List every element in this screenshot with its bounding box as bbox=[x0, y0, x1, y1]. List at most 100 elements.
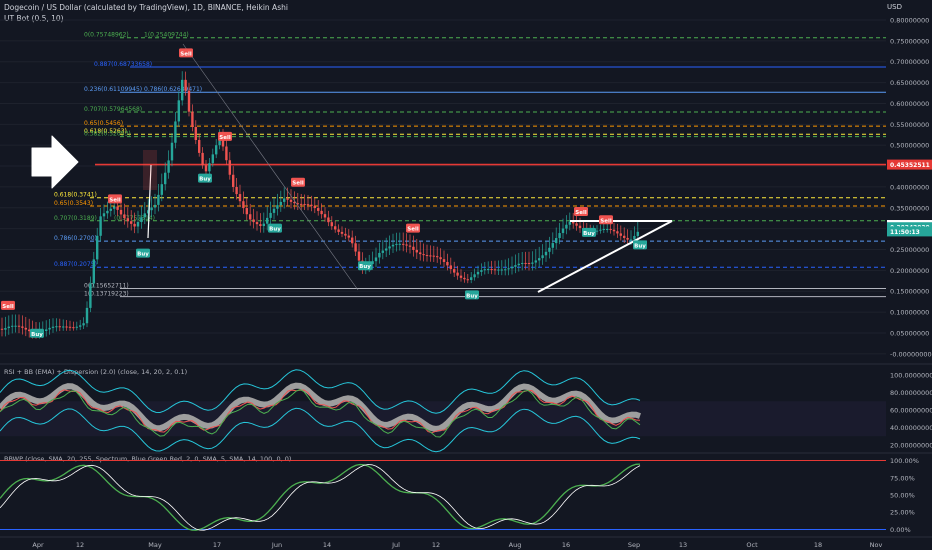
fib-level-label: 0.382(0.52053) bbox=[84, 131, 131, 138]
candle-body bbox=[174, 121, 177, 143]
rsi-tick-label: 100.00000000 bbox=[890, 372, 932, 380]
candle-body bbox=[449, 265, 452, 270]
candle-body bbox=[636, 231, 639, 236]
candle-body bbox=[514, 265, 517, 267]
candle-body bbox=[116, 206, 119, 210]
candle-body bbox=[62, 326, 65, 328]
price-tick-label: 0.10000000 bbox=[890, 309, 929, 317]
candle-body bbox=[595, 230, 599, 232]
time-tick-label: 12 bbox=[76, 541, 84, 549]
bbwp-tick-label: 25.00% bbox=[890, 509, 915, 517]
candle-body bbox=[21, 326, 24, 328]
time-tick-label: 17 bbox=[213, 541, 221, 549]
time-tick-label: 12 bbox=[432, 541, 440, 549]
candle-body bbox=[473, 274, 476, 278]
candle-body bbox=[300, 203, 303, 205]
sell-signal-label: Sell bbox=[2, 304, 14, 310]
candle-body bbox=[113, 206, 116, 209]
candle-body bbox=[561, 228, 565, 234]
candle-body bbox=[238, 194, 242, 202]
candle-body bbox=[160, 184, 163, 195]
candle-body bbox=[72, 327, 75, 329]
candle-body bbox=[303, 204, 306, 206]
candle-body bbox=[51, 326, 55, 328]
candle-body bbox=[544, 251, 548, 256]
candle-body bbox=[306, 204, 310, 206]
fib-level-label: 0.887(0.68733658) bbox=[94, 61, 152, 68]
sell-signal-label: Sell bbox=[600, 218, 612, 224]
price-tick-label: 0.70000000 bbox=[890, 58, 929, 66]
price-axis: 0.80000000 0.75000000 0.70000000 0.65000000… bbox=[887, 17, 932, 358]
candle-body bbox=[187, 90, 191, 112]
price-tick-label: 0.75000000 bbox=[890, 37, 929, 45]
candle-body bbox=[510, 266, 514, 269]
candle-body bbox=[130, 221, 133, 224]
sell-signal-label: Sell bbox=[575, 210, 587, 216]
candle-body bbox=[245, 208, 248, 215]
bbwp-ma-line bbox=[0, 464, 641, 531]
fibonacci-levels: 0(0.75748962) 1(0.25409744) 0.887(0.687336… bbox=[54, 32, 886, 298]
sell-signal-label: Sell bbox=[109, 197, 121, 203]
candle-body bbox=[517, 263, 520, 266]
candle-body bbox=[453, 269, 456, 273]
candle-body bbox=[572, 221, 575, 224]
candle-body bbox=[323, 214, 327, 218]
candle-body bbox=[184, 79, 187, 91]
price-tick-label: 0.15000000 bbox=[890, 288, 929, 296]
candle-body bbox=[456, 272, 459, 276]
candle-body bbox=[623, 235, 626, 238]
candle-body bbox=[405, 244, 408, 246]
buy-signal-label: Buy bbox=[137, 252, 149, 258]
time-tick-label: Jul bbox=[391, 541, 400, 549]
candle-body bbox=[123, 214, 126, 219]
time-tick-label: 16 bbox=[562, 541, 570, 549]
candle-body bbox=[357, 251, 361, 261]
candle-body bbox=[541, 255, 544, 259]
candle-body bbox=[65, 326, 68, 328]
buy-signal-label: Buy bbox=[583, 231, 595, 237]
candle-body bbox=[99, 216, 102, 236]
candle-body bbox=[490, 269, 493, 271]
candle-body bbox=[181, 79, 184, 101]
candle-body bbox=[609, 228, 612, 230]
candle-body bbox=[286, 198, 289, 200]
time-tick-label: Sep bbox=[628, 541, 640, 549]
candle-body bbox=[249, 214, 252, 220]
candle-body bbox=[75, 326, 78, 328]
bbwp-tick-label: 50.00% bbox=[890, 492, 915, 500]
price-label: 11:50:13 bbox=[890, 229, 920, 236]
candle-body bbox=[534, 260, 537, 263]
bbwp-line bbox=[0, 463, 641, 531]
candle-body bbox=[466, 279, 469, 281]
fib-level-label: 0.236(0.61109945) bbox=[84, 86, 142, 93]
time-tick-label: 14 bbox=[323, 541, 331, 549]
candle-body bbox=[504, 269, 507, 271]
candle-body bbox=[378, 252, 381, 258]
candle-body bbox=[92, 259, 95, 284]
price-tick-label: 0.80000000 bbox=[890, 17, 929, 25]
bbwp-tick-label: 75.00% bbox=[890, 474, 915, 482]
candle-body bbox=[266, 217, 269, 224]
candle-body bbox=[381, 250, 384, 253]
buy-signal-label: Buy bbox=[269, 227, 281, 233]
candle-body bbox=[436, 256, 439, 258]
bbwp-title: BBWP (close, SMA, 20, 255, Spectrum, Blu… bbox=[4, 455, 291, 463]
candle-body bbox=[7, 326, 10, 329]
candle-body bbox=[310, 204, 313, 206]
candle-body bbox=[351, 237, 354, 244]
candle-body bbox=[102, 213, 106, 217]
price-tick-label: 0.05000000 bbox=[890, 329, 929, 337]
candle-body bbox=[211, 154, 214, 164]
fib-level-label: 0.65(0.3543) bbox=[54, 200, 93, 207]
fib-level-label: 0.707(0.57964568) bbox=[84, 106, 142, 113]
candle-body bbox=[388, 246, 391, 249]
candle-body bbox=[58, 326, 61, 328]
price-tick-label: 0.65000000 bbox=[890, 79, 929, 87]
candle-body bbox=[429, 255, 432, 257]
buy-signal-label: Buy bbox=[31, 332, 43, 338]
arrow-annotation bbox=[31, 135, 79, 189]
candle-body bbox=[136, 222, 140, 227]
candle-body bbox=[507, 268, 510, 270]
chart-canvas[interactable]: 0(0.75748962) 1(0.25409744) 0.887(0.687336… bbox=[0, 0, 932, 550]
rsi-tick-label: 80.00000000 bbox=[890, 389, 932, 397]
